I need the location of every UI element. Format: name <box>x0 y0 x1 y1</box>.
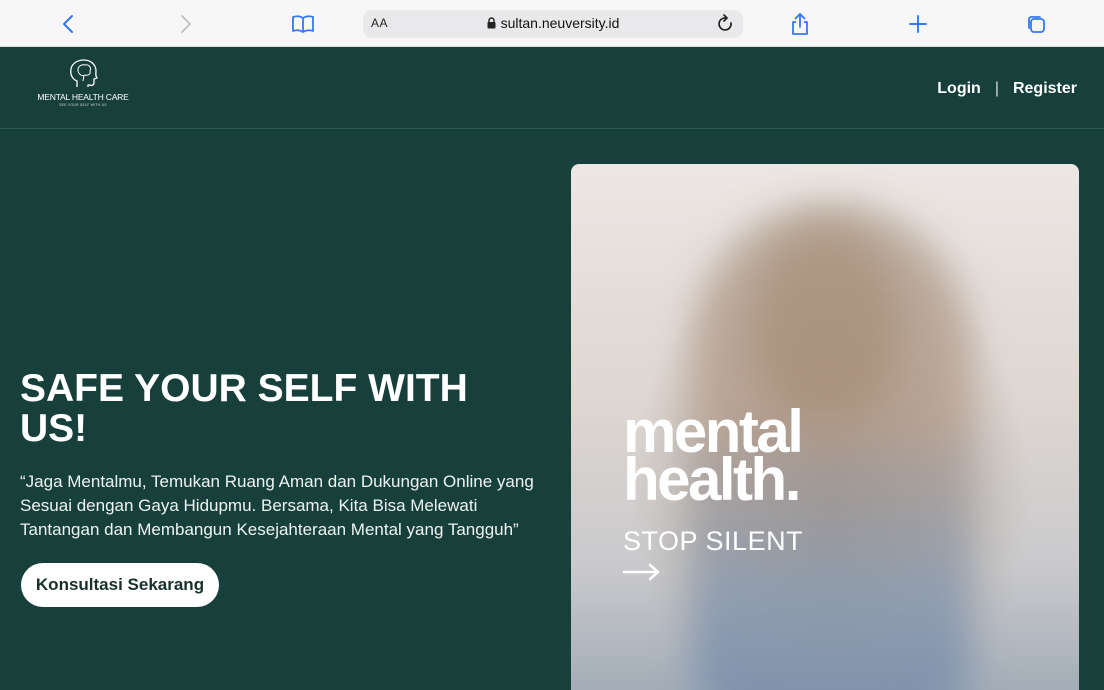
poster-line-health: health. <box>623 446 801 513</box>
hero-quote: “Jaga Mentalmu, Temukan Ruang Aman dan D… <box>20 472 534 539</box>
site-logo[interactable]: MENTAL HEALTH CARE SEE YOUR SELF WITH US <box>28 59 138 117</box>
share-icon[interactable] <box>788 11 812 37</box>
back-icon[interactable] <box>58 11 78 37</box>
poster-stop-silent: STOP SILENT <box>623 526 804 556</box>
address-bar[interactable]: AA sultan.neuversity.id <box>363 10 743 38</box>
reload-icon[interactable] <box>717 14 735 39</box>
site-header: MENTAL HEALTH CARE SEE YOUR SELF WITH US… <box>0 47 1104 129</box>
blurred-person-head <box>751 224 901 424</box>
logo-name: MENTAL HEALTH CARE <box>37 92 129 102</box>
hero-poster-image: mental health. STOP SILENT <box>571 164 1079 690</box>
browser-toolbar: AA sultan.neuversity.id <box>0 0 1104 47</box>
brain-head-icon <box>70 59 98 87</box>
right-arrow-icon <box>622 563 803 586</box>
register-link[interactable]: Register <box>1013 80 1077 98</box>
logo-tagline: SEE YOUR SELF WITH US <box>59 103 107 107</box>
poster-text: mental health. STOP SILENT <box>622 402 804 586</box>
lock-icon <box>487 17 496 29</box>
bookmarks-icon[interactable] <box>290 11 316 37</box>
new-tab-icon[interactable] <box>906 11 930 37</box>
consult-now-button[interactable]: Konsultasi Sekarang <box>21 563 219 607</box>
url-text: sultan.neuversity.id <box>500 15 620 31</box>
login-link[interactable]: Login <box>937 80 981 98</box>
auth-nav: Login | Register <box>937 80 1077 98</box>
forward-icon[interactable] <box>176 11 196 37</box>
tabs-overview-icon[interactable] <box>1024 11 1048 37</box>
hero-title: SAFE YOUR SELF WITH US! <box>20 367 468 450</box>
nav-separator: | <box>994 80 999 97</box>
